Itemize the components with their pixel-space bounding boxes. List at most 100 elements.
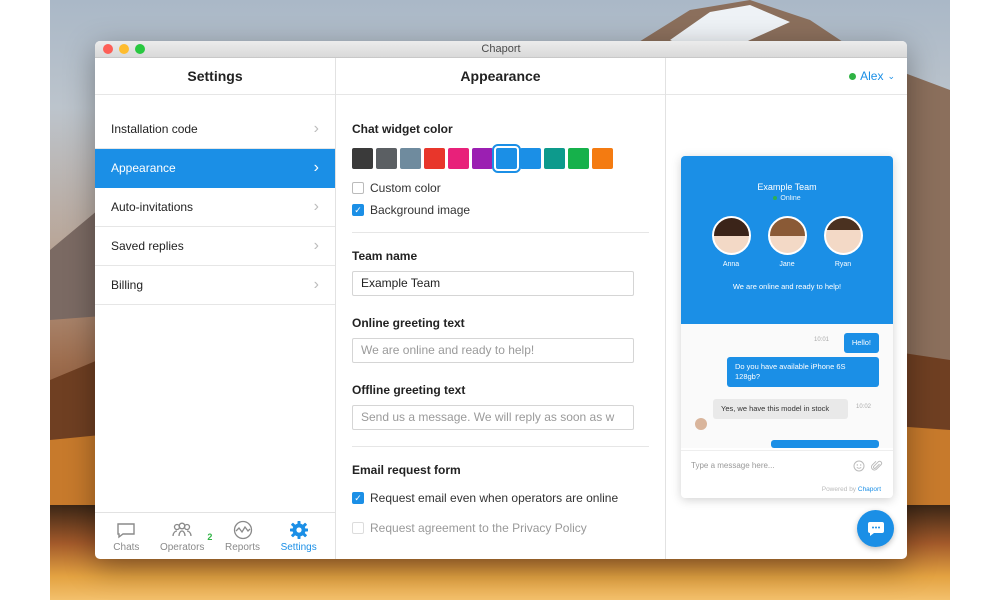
color-swatch[interactable]: [424, 148, 445, 169]
app-window: Chaport Settings Installation code › App…: [95, 41, 907, 559]
custom-color-label: Custom color: [370, 181, 441, 195]
message-bubble: [771, 440, 879, 448]
bottom-navigation: Chats 2 Operators Reports Settings: [95, 512, 335, 559]
background-image-label: Background image: [370, 203, 471, 217]
gear-icon: [289, 520, 308, 539]
agent-name: Ryan: [834, 261, 852, 268]
chat-bubble-icon: [117, 522, 136, 538]
powered-prefix: Powered by: [821, 486, 857, 493]
color-swatch[interactable]: [472, 148, 493, 169]
settings-sidebar: Settings Installation code › Appearance …: [95, 58, 336, 559]
team-name-title: Team name: [352, 249, 418, 263]
online-greeting-input[interactable]: We are online and ready to help!: [352, 338, 634, 363]
avatar: [695, 418, 707, 430]
chat-launcher-button[interactable]: [857, 510, 894, 547]
nav-label: Reports: [225, 541, 261, 553]
attachment-icon[interactable]: [871, 460, 883, 472]
chevron-right-icon: ›: [313, 198, 319, 215]
message-input[interactable]: Type a message here...: [681, 450, 893, 480]
agent-anna: Anna: [711, 216, 751, 268]
color-swatch[interactable]: [544, 148, 565, 169]
widget-color-title: Chat widget color: [352, 122, 453, 136]
message-bubble: Yes, we have this model in stock: [713, 399, 848, 420]
nav-label: Settings: [280, 541, 317, 553]
nav-settings[interactable]: Settings: [281, 520, 317, 553]
team-name-input[interactable]: Example Team: [352, 271, 634, 296]
message-time: 10:01: [814, 337, 830, 343]
color-swatch[interactable]: [520, 148, 541, 169]
powered-brand: Chaport: [857, 486, 881, 493]
offline-greeting-input[interactable]: Send us a message. We will reply as soon…: [352, 405, 634, 430]
window-title: Chaport: [481, 43, 521, 55]
menu-item-saved-replies[interactable]: Saved replies ›: [95, 227, 335, 266]
divider: [352, 232, 649, 233]
chevron-right-icon: ›: [313, 237, 319, 254]
powered-by: Powered by Chaport: [822, 486, 881, 493]
widget-header: Example Team Online Anna Jane Ryan We ar…: [681, 156, 893, 324]
nav-reports[interactable]: Reports: [225, 520, 260, 553]
zoom-window-button[interactable]: [135, 44, 145, 54]
reports-icon: [233, 520, 252, 539]
menu-item-label: Installation code: [111, 122, 198, 136]
custom-color-row[interactable]: Custom color: [352, 181, 649, 195]
color-swatch[interactable]: [448, 148, 469, 169]
chat-widget-preview: Example Team Online Anna Jane Ryan We ar…: [681, 156, 893, 498]
agent-name: Anna: [722, 261, 740, 268]
privacy-policy-row[interactable]: Request agreement to the Privacy Policy: [352, 521, 649, 535]
privacy-policy-checkbox[interactable]: [352, 522, 364, 534]
minimize-window-button[interactable]: [119, 44, 129, 54]
background-image-row[interactable]: ✓ Background image: [352, 203, 649, 217]
online-status-dot: [849, 72, 857, 80]
online-greeting-title: Online greeting text: [352, 316, 465, 330]
widget-status: Online: [681, 195, 893, 202]
avatar: [767, 216, 807, 255]
message-time: 10:02: [856, 404, 872, 410]
color-swatch[interactable]: [568, 148, 589, 169]
nav-label: Operators: [159, 541, 205, 553]
menu-item-auto-invitations[interactable]: Auto-invitations ›: [95, 188, 335, 227]
color-swatch[interactable]: [352, 148, 373, 169]
nav-chats[interactable]: Chats: [113, 520, 139, 553]
menu-item-label: Saved replies: [111, 239, 184, 253]
menu-item-label: Billing: [111, 278, 144, 292]
color-swatch[interactable]: [592, 148, 613, 169]
menu-item-installation-code[interactable]: Installation code ›: [95, 110, 335, 149]
preview-panel: Alex ⌄ Example Team Online Anna Jane Rya…: [666, 58, 907, 559]
request-email-label: Request email even when operators are on…: [370, 491, 619, 505]
color-swatch[interactable]: [376, 148, 397, 169]
chat-messages: 10:01 Hello! Do you have available iPhon…: [681, 324, 893, 448]
widget-team-name: Example Team: [757, 182, 817, 192]
settings-header: Settings: [95, 58, 335, 95]
menu-item-label: Appearance: [111, 161, 176, 175]
menu-item-billing[interactable]: Billing ›: [95, 266, 335, 305]
emoji-icon[interactable]: [853, 460, 865, 472]
settings-menu: Installation code › Appearance › Auto-in…: [95, 110, 335, 305]
user-name: Alex: [860, 69, 884, 83]
nav-label: Chats: [113, 541, 140, 553]
avatar: [711, 216, 751, 255]
appearance-header: Appearance: [336, 58, 665, 95]
request-email-checkbox[interactable]: ✓: [352, 492, 364, 504]
chat-bubble-icon: [867, 521, 884, 536]
menu-item-label: Auto-invitations: [111, 200, 194, 214]
color-swatch[interactable]: [492, 144, 521, 173]
avatar: [823, 216, 863, 255]
agent-jane: Jane: [767, 216, 807, 268]
offline-greeting-title: Offline greeting text: [352, 383, 466, 397]
email-form-title: Email request form: [352, 463, 461, 477]
operators-icon: [172, 522, 192, 536]
custom-color-checkbox[interactable]: [352, 182, 364, 194]
color-swatch[interactable]: [400, 148, 421, 169]
privacy-policy-label: Request agreement to the Privacy Policy: [370, 521, 587, 535]
chevron-right-icon: ›: [313, 276, 319, 293]
request-email-row[interactable]: ✓ Request email even when operators are …: [352, 491, 649, 505]
nav-operators[interactable]: 2 Operators: [159, 520, 212, 553]
close-window-button[interactable]: [103, 44, 113, 54]
background-image-checkbox[interactable]: ✓: [352, 204, 364, 216]
divider: [352, 446, 649, 447]
message-bubble: Hello!: [843, 333, 879, 354]
agents-row: Anna Jane Ryan: [681, 216, 893, 268]
user-menu[interactable]: Alex ⌄: [666, 58, 907, 95]
appearance-panel: Appearance Chat widget color Custom colo…: [336, 58, 666, 559]
menu-item-appearance[interactable]: Appearance ›: [95, 149, 335, 188]
